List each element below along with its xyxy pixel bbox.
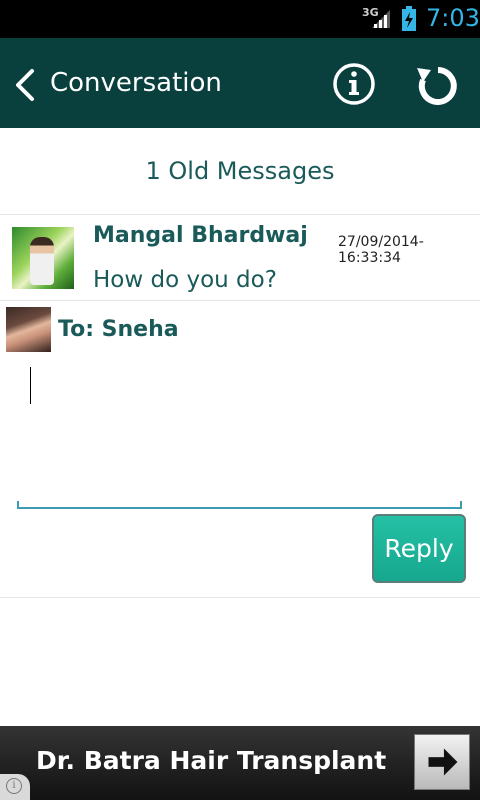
- page-title: Conversation: [50, 68, 222, 98]
- back-arrow-icon[interactable]: [12, 68, 38, 102]
- sender-name: Mangal Bhardwaj: [93, 223, 308, 248]
- avatar-figure: [30, 237, 54, 285]
- text-caret: [30, 367, 31, 404]
- compose-area: To: Sneha Reply: [0, 301, 480, 598]
- refresh-icon[interactable]: [414, 62, 462, 110]
- message-timestamp: 27/09/2014-16:33:34: [338, 234, 424, 266]
- recipient-avatar: [6, 307, 51, 352]
- status-bar: 3G 7:03: [0, 0, 480, 38]
- signal-icon: [372, 10, 390, 28]
- old-messages-link[interactable]: 1 Old Messages: [0, 128, 480, 215]
- battery-charging-icon: [402, 6, 416, 31]
- info-icon[interactable]: [332, 62, 376, 106]
- reply-text-field[interactable]: [17, 361, 462, 509]
- recipient-label: To: Sneha: [58, 317, 179, 342]
- ad-banner[interactable]: Dr. Batra Hair Transplant i: [0, 726, 480, 800]
- reply-button[interactable]: Reply: [372, 514, 466, 583]
- status-clock: 7:03: [426, 4, 480, 32]
- ad-text: Dr. Batra Hair Transplant: [36, 746, 387, 775]
- ad-info-icon[interactable]: i: [0, 774, 30, 800]
- sender-avatar: [12, 227, 74, 289]
- message-item[interactable]: Mangal Bhardwaj 27/09/2014-16:33:34 How …: [0, 215, 480, 301]
- old-messages-label: 1 Old Messages: [145, 157, 335, 185]
- arrow-right-icon[interactable]: [414, 734, 470, 790]
- message-text: How do you do?: [93, 267, 277, 293]
- action-bar: Conversation: [0, 38, 480, 128]
